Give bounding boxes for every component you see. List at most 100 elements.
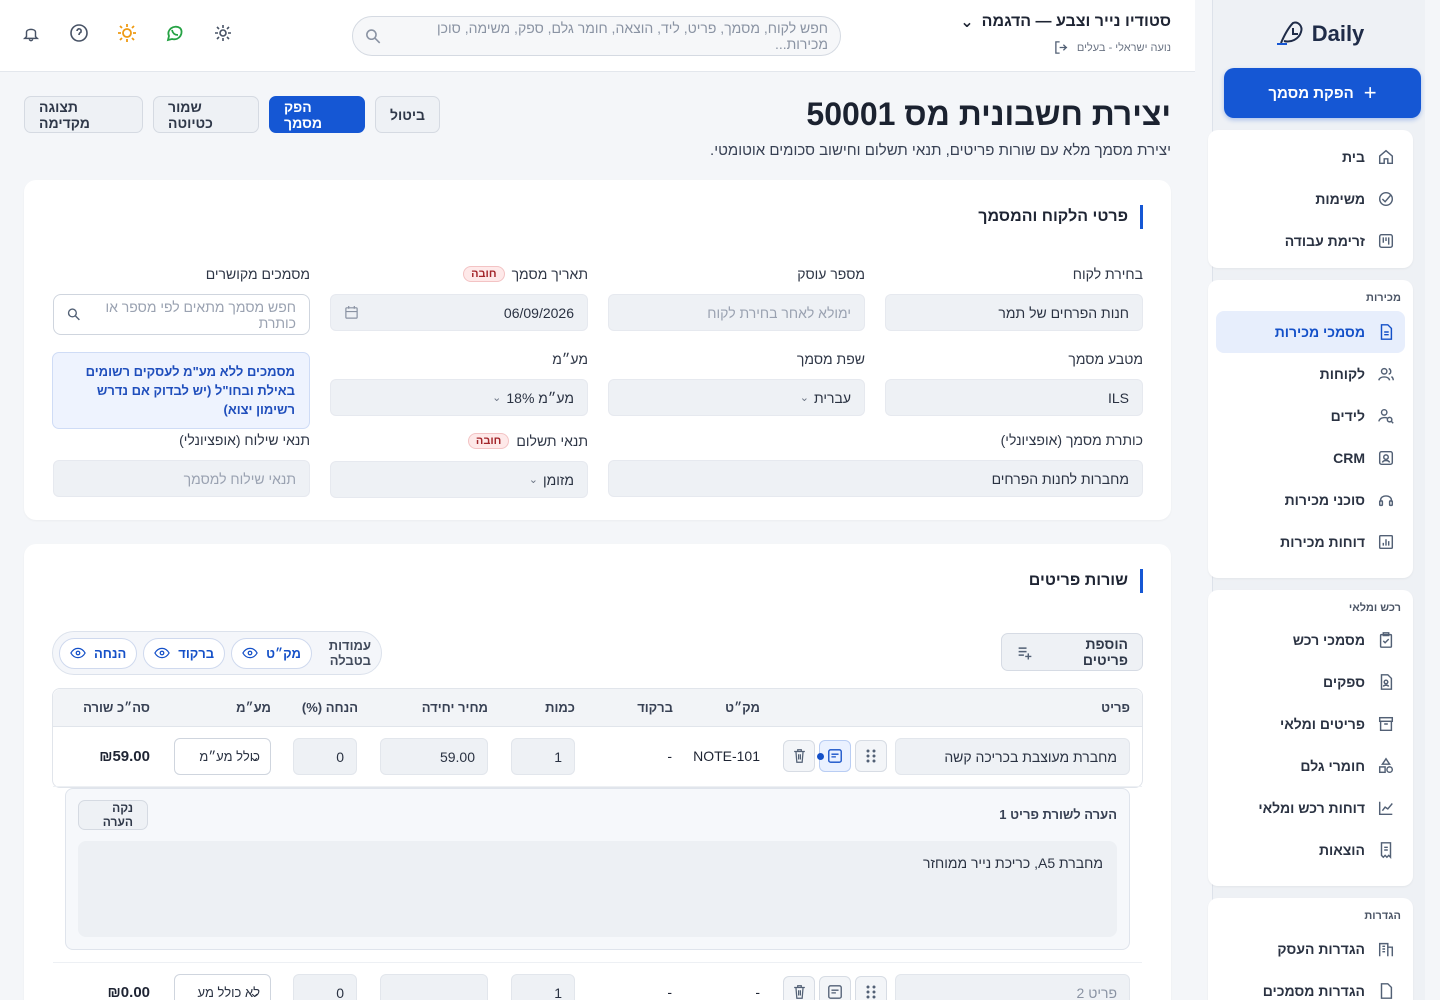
save-draft-button[interactable]: שמור כטיוטה (153, 96, 259, 133)
cancel-button[interactable]: ביטול (375, 96, 440, 133)
discount-input[interactable]: 0 (293, 738, 357, 775)
chip-discount[interactable]: הנחה (59, 637, 138, 669)
sidebar-item-sales-reports[interactable]: דוחות מכירות (1216, 521, 1405, 563)
sidebar-item-raw-materials[interactable]: חומרי גלם (1216, 745, 1405, 787)
chip-label: ברקוד (178, 645, 215, 661)
line-note-textarea[interactable]: מחברת A5, כריכת נייר ממוחזר (78, 841, 1117, 937)
global-search[interactable]: חפש לקוח, מסמך, פריט, ליד, הוצאה, חומר ג… (352, 16, 841, 56)
preview-button[interactable]: תצוגה מקדימה (24, 96, 143, 133)
item-barcode: - (667, 984, 672, 1000)
sidebar-item-label: דוחות מכירות (1280, 534, 1365, 550)
chip-sku[interactable]: מק״ט (231, 637, 312, 669)
vat-select[interactable]: כולל מע״מ ⌄ (174, 738, 271, 775)
contact-card-icon (1378, 450, 1394, 466)
header-sku: מק״ט (725, 700, 760, 715)
customer-field: בחירת לקוח חנות הפרחים של תמר (885, 264, 1143, 331)
issue-document-button[interactable]: הפק מסמך (269, 96, 365, 133)
header-quantity: כמות (545, 700, 575, 715)
chip-barcode[interactable]: ברקוד (143, 637, 226, 669)
calendar-icon (345, 305, 358, 319)
business-number-field: מספר עוסק ימולא לאחר בחירת לקוח (608, 264, 865, 331)
sidebar-item-workflow[interactable]: זרימת עבודה (1216, 220, 1405, 262)
chevron-down-icon: ⌄ (249, 984, 260, 1000)
page-actions: תצוגה מקדימה שמור כטיוטה הפק מסמך ביטול (24, 96, 440, 133)
help-icon[interactable] (68, 22, 90, 44)
customer-select[interactable]: חנות הפרחים של תמר (885, 294, 1143, 331)
sidebar-item-expenses[interactable]: הוצאות (1216, 829, 1405, 871)
sidebar-group-sales: מכירות מסמכי מכירות לקוחות לידים CRM סוכ… (1208, 280, 1413, 578)
item-name-input[interactable]: פריט 2 (895, 974, 1130, 1000)
unit-price-input[interactable]: 59.00 (380, 738, 488, 775)
sidebar-item-label: מסמכי רכש (1292, 632, 1365, 648)
organization-switcher[interactable]: סטודיו נייר וצבע — הדגמה ⌄ נועה ישראלי - … (960, 12, 1171, 55)
vat-select[interactable]: לא כולל מע ⌄ (174, 974, 271, 1000)
main-content: יצירת חשבונית מס 50001 יצירת מסמך מלא עם… (24, 72, 1171, 1000)
notifications-icon[interactable] (20, 22, 42, 44)
sidebar-item-label: מסמכי מכירות (1274, 324, 1365, 340)
whatsapp-icon[interactable] (164, 22, 186, 44)
sidebar-item-tasks[interactable]: משימות (1216, 178, 1405, 220)
sidebar-item-purchase-documents[interactable]: מסמכי רכש (1216, 619, 1405, 661)
required-badge: חובה (467, 433, 510, 449)
note-toggle-icon[interactable] (819, 976, 851, 1000)
business-number-input[interactable]: ימולא לאחר בחירת לקוח (608, 294, 865, 331)
shipping-terms-input[interactable]: תנאי שילוח למסמך (53, 460, 310, 497)
unit-price-input[interactable] (380, 974, 488, 1000)
logout-icon[interactable] (1054, 40, 1069, 55)
new-document-button[interactable]: + הפקת מסמך (1224, 68, 1421, 118)
document-date-input[interactable]: 06/09/2026 (330, 294, 588, 331)
headset-icon (1378, 495, 1394, 507)
sidebar-item-customers[interactable]: לקוחות (1216, 353, 1405, 395)
sidebar-item-crm[interactable]: CRM (1216, 437, 1405, 479)
users-icon (1378, 367, 1394, 381)
discount-input[interactable]: 0 (293, 974, 357, 1000)
sidebar-item-business-settings[interactable]: הגדרות העסק (1216, 928, 1405, 970)
payment-terms-label-text: תנאי תשלום (516, 433, 588, 449)
related-documents-search[interactable]: חפש מסמך מתאים לפי מספר או כותרת (53, 294, 310, 335)
item-name-input[interactable]: מחברת מעוצבת בכריכה קשה (895, 738, 1130, 775)
settings-gear-icon[interactable] (212, 22, 234, 44)
table-columns-toggle: עמודות בטבלה מק״ט ברקוד הנחה (52, 631, 382, 675)
sidebar-group-title: הגדרות (1364, 910, 1401, 922)
sidebar-item-label: CRM (1333, 450, 1365, 466)
sidebar-item-purchasing-reports[interactable]: דוחות רכש ומלאי (1216, 787, 1405, 829)
drag-handle-icon[interactable] (855, 976, 887, 1000)
sidebar-item-sales-agents[interactable]: סוכני מכירות (1216, 479, 1405, 521)
payment-terms-select[interactable]: מזומן ⌄ (330, 461, 588, 498)
drag-handle-icon[interactable] (855, 740, 887, 772)
sun-theme-icon[interactable] (116, 22, 138, 44)
vat-label: מע״מ (552, 351, 588, 367)
sidebar-item-suppliers[interactable]: ספקים (1216, 661, 1405, 703)
vat-select[interactable]: מע״מ 18% ⌄ (330, 379, 588, 416)
language-select[interactable]: עברית ⌄ (608, 379, 865, 416)
clear-note-button[interactable]: נקה הערה (78, 800, 148, 830)
quantity-input[interactable]: 1 (511, 738, 575, 775)
document-title-input[interactable]: מחברות לחנות הפרחים (608, 460, 1143, 497)
home-icon (1378, 149, 1394, 165)
add-items-button[interactable]: הוספת פריטים (1001, 633, 1143, 671)
sidebar-item-label: חומרי גלם (1300, 758, 1365, 774)
table-row: מחברת מעוצבת בכריכה קשה NOTE-101 - 1 59.… (53, 727, 1142, 787)
playlist-add-icon (1018, 646, 1032, 660)
vat-value: מע״מ 18% (506, 389, 574, 406)
search-icon (67, 308, 80, 321)
quantity-input[interactable]: 1 (511, 974, 575, 1000)
sidebar-item-leads[interactable]: לידים (1216, 395, 1405, 437)
header-discount: הנחה (%) (301, 700, 358, 715)
document-date-value: 06/09/2026 (503, 304, 574, 321)
currency-input[interactable]: ILS (885, 379, 1143, 416)
file-user-icon (1380, 674, 1393, 690)
header-barcode: ברקוד (637, 700, 673, 715)
archive-box-icon (1378, 716, 1394, 732)
organization-name[interactable]: סטודיו נייר וצבע — הדגמה ⌄ (960, 12, 1171, 32)
sidebar-item-document-settings[interactable]: הגדרות מסמכים (1216, 970, 1405, 1000)
trash-icon[interactable] (783, 740, 815, 772)
sidebar-item-label: דוחות רכש ומלאי (1258, 800, 1365, 816)
trash-icon[interactable] (783, 976, 815, 1000)
chevron-down-icon: ⌄ (249, 748, 260, 764)
sidebar-item-sales-documents[interactable]: מסמכי מכירות (1216, 311, 1405, 353)
item-barcode: - (667, 748, 672, 764)
sidebar-item-inventory[interactable]: פריטים ומלאי (1216, 703, 1405, 745)
sidebar-group-purchasing: רכש ומלאי מסמכי רכש ספקים פריטים ומלאי ח… (1208, 590, 1413, 886)
sidebar-item-home[interactable]: בית (1216, 136, 1405, 178)
